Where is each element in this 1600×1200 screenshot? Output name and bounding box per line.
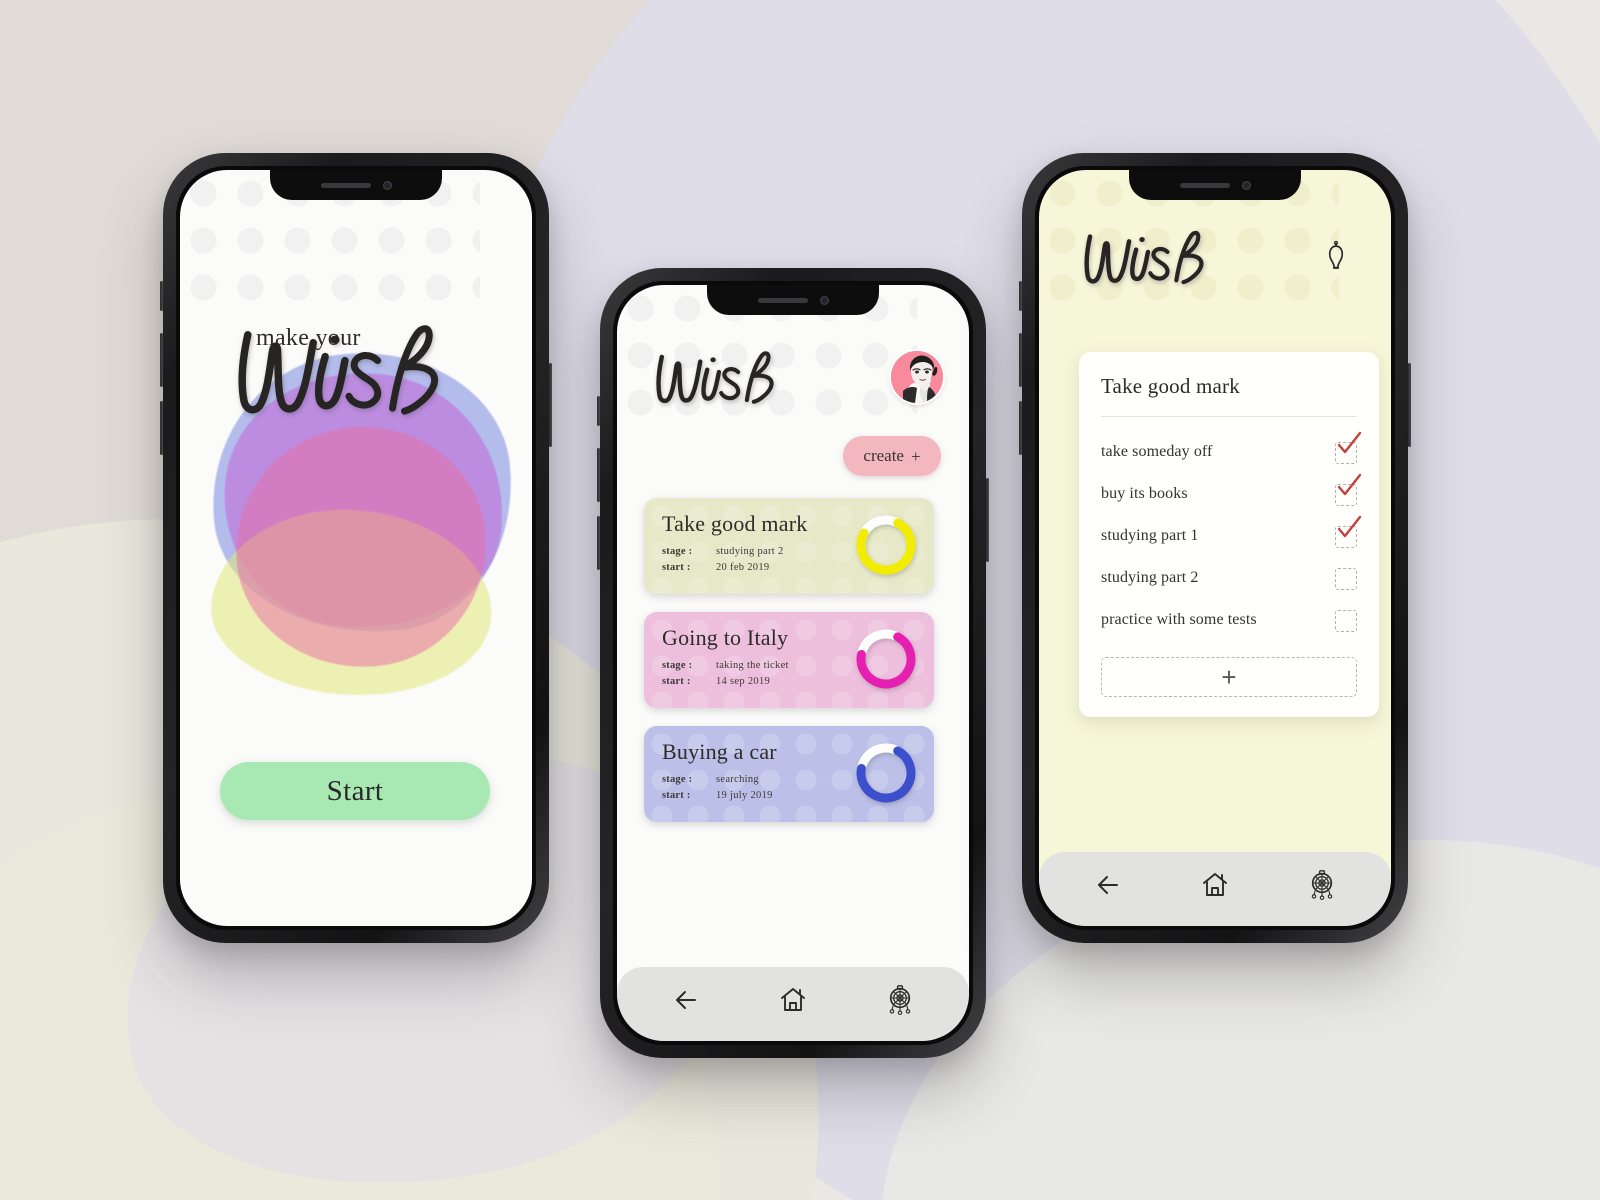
dreamcatcher-icon[interactable] [877,977,923,1023]
list-header [617,341,969,413]
checkbox-unchecked[interactable] [1335,610,1357,632]
checkmark-icon [1334,514,1364,544]
card-stage-label: stage : [662,774,693,785]
checklist-card: Take good mark take someday off buy its b… [1079,352,1379,717]
progress-ring [853,626,919,692]
onboarding-screen: make your Start [180,170,532,926]
wish-list-screen: create + Take good mark stage : studying p… [617,285,969,1041]
checkbox-checked[interactable] [1335,515,1362,548]
checklist-item-label: studying part 1 [1101,527,1199,544]
wish-card[interactable]: Going to Italy stage : taking the ticket st… [644,612,934,708]
card-start-label: start : [662,676,691,687]
notification-bell-icon[interactable] [1319,238,1353,276]
volume-up-button[interactable] [160,333,163,387]
detail-header [1039,218,1391,296]
wish-card[interactable]: Buying a car stage : searching start :19 ju… [644,726,934,822]
dreamcatcher-icon[interactable] [1299,862,1345,908]
phone-bezel: make your Start [176,166,536,930]
checkbox-checked[interactable] [1335,473,1362,506]
speaker-grille [1179,182,1230,188]
bottom-navigation-bar [1039,852,1391,926]
start-button[interactable]: Start [220,762,490,820]
checkmark-icon [1334,472,1364,502]
phone-wish-list: create + Take good mark stage : studying p… [597,268,989,1058]
card-stage-value: searching [716,774,759,785]
back-arrow-icon[interactable] [1085,862,1131,908]
wish-logo-large [226,310,454,428]
card-stage-value: studying part 2 [716,546,784,557]
add-checklist-item-button[interactable]: + [1101,657,1357,697]
home-icon[interactable] [770,977,816,1023]
checklist-item-label: take someday off [1101,443,1213,460]
volume-down-button[interactable] [1019,401,1022,455]
checklist-row[interactable]: practice with some tests [1101,599,1357,641]
front-camera [382,180,392,190]
volume-down-button[interactable] [597,516,600,570]
card-stage-value: taking the ticket [716,660,789,671]
phone-bezel: create + Take good mark stage : studying p… [613,281,973,1045]
avatar[interactable] [891,351,943,403]
checklist-row[interactable]: take someday off [1101,431,1362,473]
mute-switch[interactable] [160,281,163,311]
power-button[interactable] [549,363,552,447]
phone-wish-detail: Take good mark take someday off buy its b… [1019,153,1411,943]
card-stage-label: stage : [662,660,693,671]
card-stage-label: stage : [662,546,693,557]
onboarding-content: make your Start [180,170,532,926]
mute-switch[interactable] [597,396,600,426]
checklist-row[interactable]: buy its books [1101,473,1362,515]
checkmark-icon [1334,430,1364,460]
card-start-label: start : [662,562,691,573]
card-start-label: start : [662,790,691,801]
plus-icon: + [1221,662,1237,692]
phone-notch [1129,170,1301,200]
front-camera [819,295,829,305]
checklist-title: Take good mark [1101,374,1357,417]
power-button[interactable] [1408,363,1411,447]
create-wish-button[interactable]: create + [843,436,941,476]
phone-onboarding: make your Start [160,153,552,943]
plus-icon: + [910,446,921,466]
checklist-row[interactable]: studying part 2 [1101,557,1357,599]
progress-ring [853,740,919,806]
checklist-items: take someday off buy its books studying pa… [1101,417,1362,641]
home-icon[interactable] [1192,862,1238,908]
wish-logo-header [1077,223,1213,291]
checklist-item-label: practice with some tests [1101,611,1257,628]
card-start-value: 20 feb 2019 [716,562,770,573]
phone-notch [707,285,879,315]
checkbox-checked[interactable] [1335,431,1362,464]
progress-ring [853,512,919,578]
card-start-value: 19 july 2019 [716,790,773,801]
speaker-grille [320,182,371,188]
speaker-grille [757,297,808,303]
phone-bezel: Take good mark take someday off buy its b… [1035,166,1395,930]
phone-notch [270,170,442,200]
wish-card[interactable]: Take good mark stage : studying part 2 star… [644,498,934,594]
checklist-item-label: buy its books [1101,485,1188,502]
card-start-value: 14 sep 2019 [716,676,771,687]
create-label: create [863,446,904,465]
mute-switch[interactable] [1019,281,1022,311]
checklist-item-label: studying part 2 [1101,569,1199,586]
power-button[interactable] [986,478,989,562]
checklist-row[interactable]: studying part 1 [1101,515,1362,557]
bottom-navigation-bar [617,967,969,1041]
back-arrow-icon[interactable] [663,977,709,1023]
volume-up-button[interactable] [597,448,600,502]
wish-card-list: Take good mark stage : studying part 2 star… [644,498,934,822]
front-camera [1241,180,1251,190]
checkbox-unchecked[interactable] [1335,568,1357,590]
wish-detail-screen: Take good mark take someday off buy its b… [1039,170,1391,926]
wish-logo-header [649,344,783,410]
volume-down-button[interactable] [160,401,163,455]
volume-up-button[interactable] [1019,333,1022,387]
